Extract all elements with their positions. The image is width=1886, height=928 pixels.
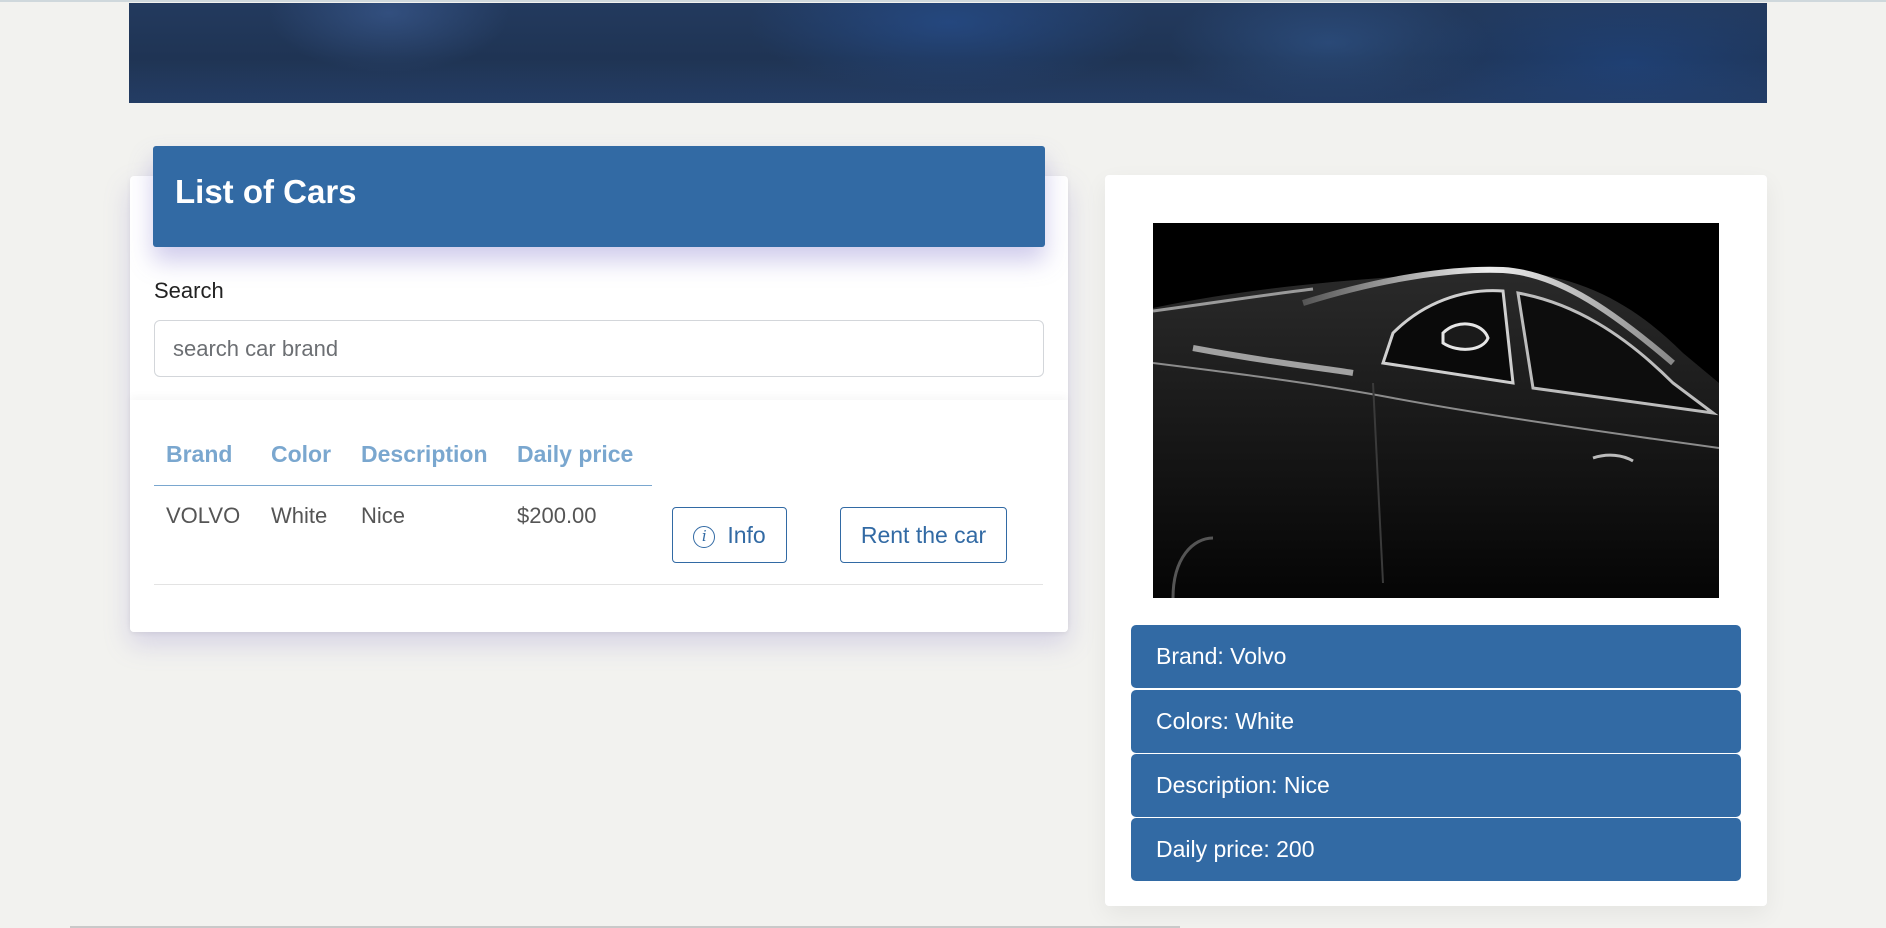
car-image (1153, 223, 1719, 598)
cell-brand: VOLVO (166, 503, 241, 528)
column-header-color: Color (271, 441, 332, 467)
cell-color: White (271, 503, 328, 528)
column-header-brand: Brand (166, 441, 233, 467)
page-title: List of Cars (175, 172, 357, 210)
info-button[interactable]: i Info (672, 507, 787, 563)
cell-daily-price: $200.00 (517, 503, 597, 528)
row-divider (154, 584, 1043, 585)
rent-button-label: Rent the car (860, 521, 987, 548)
list-header: List of Cars (153, 146, 1045, 247)
hero-banner (129, 3, 1767, 103)
info-button-label: Info (727, 521, 766, 548)
rent-car-button[interactable]: Rent the car (840, 507, 1007, 563)
detail-daily-price: Daily price: 200 (1131, 818, 1741, 881)
search-label: Search (154, 278, 224, 303)
column-header-daily-price: Daily price (517, 441, 634, 467)
detail-description: Description: Nice (1131, 754, 1741, 817)
info-circle-icon: i (693, 525, 716, 548)
detail-brand: Brand: Volvo (1131, 625, 1741, 688)
search-input[interactable] (154, 320, 1044, 377)
detail-colors: Colors: White (1131, 690, 1741, 753)
top-border (0, 0, 1886, 2)
column-header-description: Description (361, 441, 488, 467)
cell-description: Nice (361, 503, 406, 528)
table-header-divider (154, 485, 652, 486)
